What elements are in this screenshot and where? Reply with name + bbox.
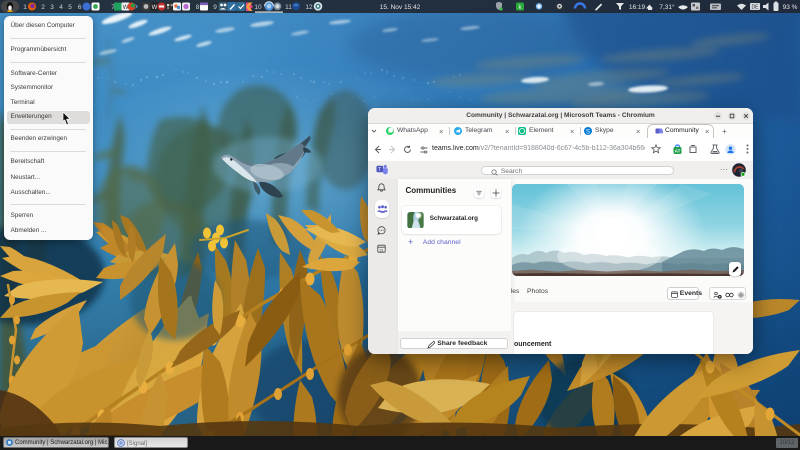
svg-text:5: 5 xyxy=(68,4,72,11)
svg-text:93 %: 93 % xyxy=(783,4,798,11)
svg-text:DE: DE xyxy=(752,5,760,11)
svg-text:16:19: 16:19 xyxy=(629,4,646,11)
svg-text:T: T xyxy=(378,167,381,173)
svg-text:3: 3 xyxy=(50,4,54,11)
svg-text:W: W xyxy=(152,5,158,11)
svg-text:6: 6 xyxy=(78,4,82,11)
svg-text:4: 4 xyxy=(59,4,63,11)
svg-text:1: 1 xyxy=(23,4,27,11)
svg-text:10: 10 xyxy=(254,4,262,11)
svg-text:S: S xyxy=(586,129,590,135)
svg-text:7,31°: 7,31° xyxy=(659,3,675,11)
svg-text:9: 9 xyxy=(213,4,217,11)
svg-text:12: 12 xyxy=(305,4,313,11)
svg-text:8: 8 xyxy=(196,4,200,11)
svg-text:2: 2 xyxy=(41,4,45,11)
svg-text:11: 11 xyxy=(285,4,292,11)
svg-text:31: 31 xyxy=(380,248,384,252)
svg-text:AT: AT xyxy=(675,148,681,153)
svg-text:15. Nov 15:42: 15. Nov 15:42 xyxy=(380,4,421,11)
